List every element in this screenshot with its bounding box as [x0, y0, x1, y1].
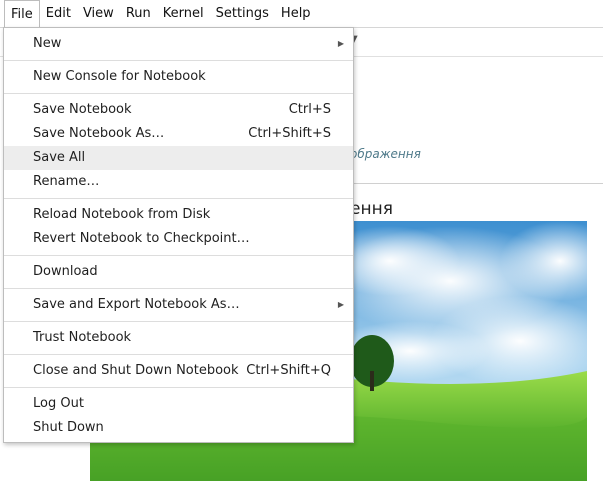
menu-item-download[interactable]: Download: [4, 260, 353, 284]
menu-item-close-shutdown[interactable]: Close and Shut Down Notebook Ctrl+Shift+…: [4, 359, 353, 383]
menu-item-label: Revert Notebook to Checkpoint…: [33, 231, 250, 246]
menu-divider: [4, 93, 353, 94]
menu-item-label: New Console for Notebook: [33, 69, 206, 84]
menu-help[interactable]: Help: [275, 0, 317, 28]
menu-item-label: Log Out: [33, 396, 84, 411]
menu-file[interactable]: File: [4, 0, 40, 28]
chevron-right-icon: ▶: [337, 39, 344, 48]
menu-item-new-console[interactable]: New Console for Notebook: [4, 65, 353, 89]
cell-divider: [350, 183, 603, 184]
menu-divider: [4, 60, 353, 61]
menu-item-save-notebook-as[interactable]: Save Notebook As… Ctrl+Shift+S: [4, 122, 353, 146]
menu-item-label: Shut Down: [33, 420, 104, 435]
menu-item-label: Save All: [33, 150, 86, 165]
menu-item-reload[interactable]: Reload Notebook from Disk: [4, 203, 353, 227]
menu-kernel[interactable]: Kernel: [157, 0, 210, 28]
menu-item-label: Save and Export Notebook As…: [33, 297, 240, 312]
menu-item-save-export[interactable]: Save and Export Notebook As… ▶: [4, 293, 353, 317]
menu-run[interactable]: Run: [120, 0, 157, 28]
menu-item-label: Save Notebook: [33, 102, 132, 117]
chevron-right-icon: ▶: [337, 300, 344, 309]
file-menu-dropdown: New ▶ New Console for Notebook Save Note…: [3, 27, 354, 443]
menu-item-label: Download: [33, 264, 98, 279]
menu-item-trust[interactable]: Trust Notebook: [4, 326, 353, 350]
menu-divider: [4, 255, 353, 256]
menu-item-shortcut: Ctrl+Shift+S: [248, 126, 331, 141]
menu-bar: File Edit View Run Kernel Settings Help: [0, 0, 603, 28]
menu-item-label: Reload Notebook from Disk: [33, 207, 211, 222]
menu-divider: [4, 321, 353, 322]
menu-item-shut-down[interactable]: Shut Down: [4, 416, 353, 440]
menu-item-label: Rename…: [33, 174, 100, 189]
menu-item-label: Close and Shut Down Notebook: [33, 363, 239, 378]
menu-item-label: Save Notebook As…: [33, 126, 165, 141]
menu-item-label: New: [33, 36, 62, 51]
menu-divider: [4, 288, 353, 289]
menu-edit[interactable]: Edit: [40, 0, 77, 28]
markdown-link-text[interactable]: ображення: [350, 147, 421, 161]
menu-item-rename[interactable]: Rename…: [4, 170, 353, 194]
menu-item-save-notebook[interactable]: Save Notebook Ctrl+S: [4, 98, 353, 122]
menu-view[interactable]: View: [77, 0, 120, 28]
menu-item-shortcut: Ctrl+Shift+Q: [246, 363, 331, 378]
menu-divider: [4, 198, 353, 199]
menu-item-new[interactable]: New ▶: [4, 32, 353, 56]
menu-divider: [4, 387, 353, 388]
menu-item-revert[interactable]: Revert Notebook to Checkpoint…: [4, 227, 353, 251]
cell-heading: ення: [350, 199, 393, 219]
menu-item-log-out[interactable]: Log Out: [4, 392, 353, 416]
menu-item-save-all[interactable]: Save All: [4, 146, 353, 170]
menu-settings[interactable]: Settings: [210, 0, 275, 28]
menu-item-shortcut: Ctrl+S: [288, 102, 331, 117]
menu-divider: [4, 354, 353, 355]
menu-item-label: Trust Notebook: [33, 330, 132, 345]
